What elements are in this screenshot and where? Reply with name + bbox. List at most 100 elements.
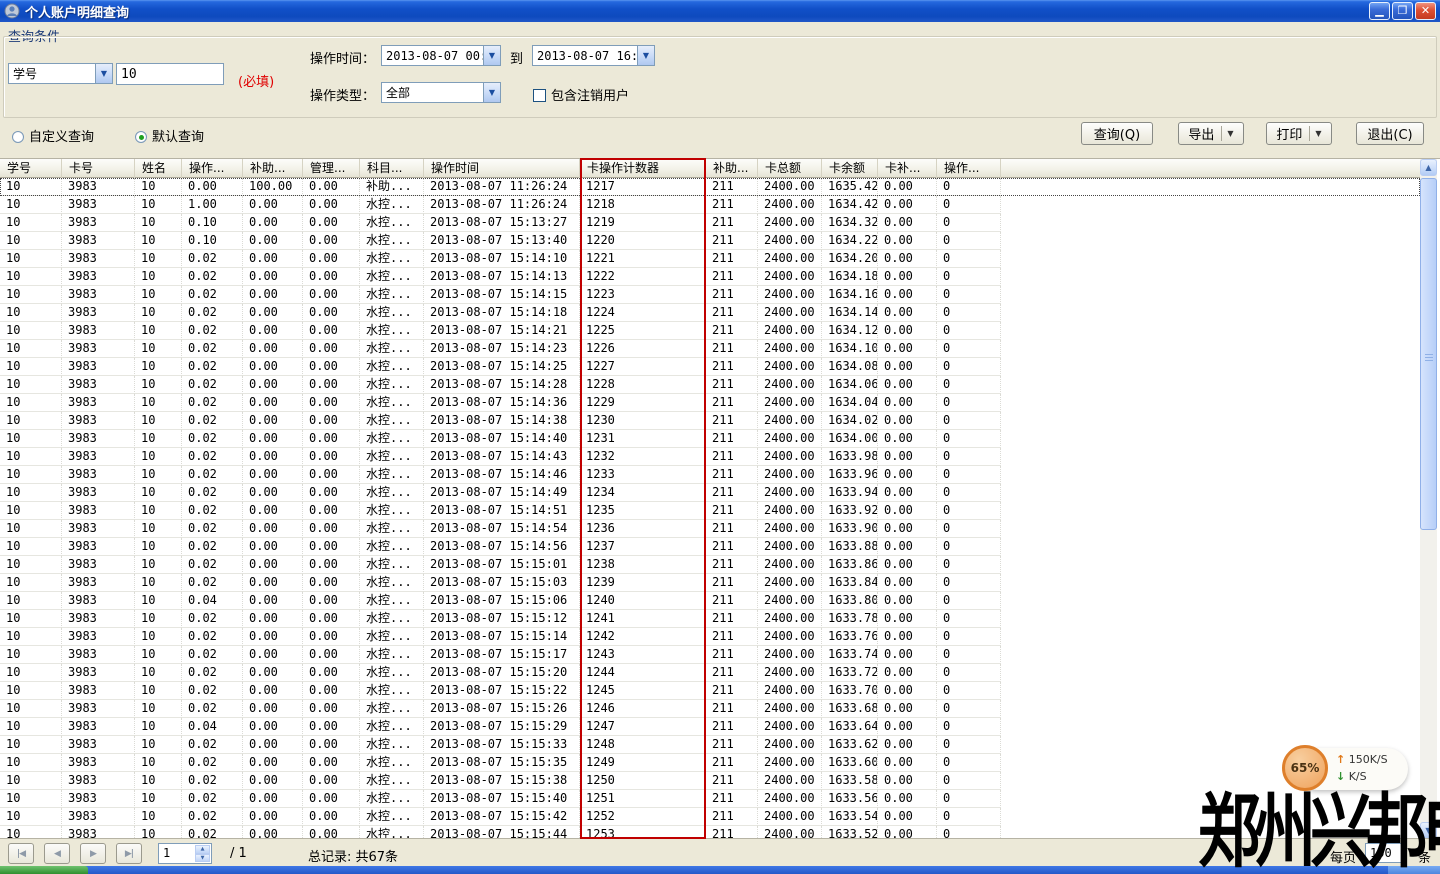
print-button[interactable]: 打印 ▼ [1266, 122, 1332, 145]
column-header[interactable]: 补助... [243, 159, 303, 178]
table-cell: 10 [135, 484, 182, 502]
column-header[interactable]: 卡号 [62, 159, 135, 178]
grid-header-row: 学号卡号姓名操作...补助...管理...科目...操作时间卡操作计数器补助..… [0, 159, 1420, 178]
vertical-scrollbar[interactable]: ▲ ▼ [1420, 159, 1437, 839]
table-row[interactable]: 103983100.020.000.00水控...2013-08-07 15:1… [0, 358, 1420, 376]
type-value: 全部 [382, 84, 483, 101]
scrollbar-thumb[interactable] [1420, 178, 1437, 530]
table-row[interactable]: 103983100.020.000.00水控...2013-08-07 15:1… [0, 502, 1420, 520]
table-row[interactable]: 103983100.020.000.00水控...2013-08-07 15:1… [0, 448, 1420, 466]
table-row[interactable]: 103983100.020.000.00水控...2013-08-07 15:1… [0, 376, 1420, 394]
column-header[interactable]: 卡操作计数器 [580, 159, 706, 178]
column-header[interactable]: 操作时间 [424, 159, 580, 178]
table-row[interactable]: 103983100.020.000.00水控...2013-08-07 15:1… [0, 736, 1420, 754]
chevron-down-icon[interactable]: ▼ [483, 46, 500, 65]
spinner-down-icon[interactable]: ▼ [195, 854, 210, 863]
table-cell: 0.00 [243, 538, 303, 556]
table-row[interactable]: 103983100.020.000.00水控...2013-08-07 15:1… [0, 412, 1420, 430]
exit-button[interactable]: 退出(C) [1356, 122, 1424, 145]
first-page-button[interactable]: |◀ [8, 843, 34, 864]
field-selector-combobox[interactable]: 学号 ▼ [8, 63, 113, 84]
time-to-combobox[interactable]: 2013-08-07 16:21 ▼ [532, 45, 655, 66]
last-page-button[interactable]: ▶| [116, 843, 142, 864]
field-value-input[interactable] [116, 63, 224, 85]
default-query-radio[interactable] [135, 131, 147, 143]
minimize-button[interactable]: ▁ [1369, 2, 1390, 20]
table-row[interactable]: 103983100.020.000.00水控...2013-08-07 15:1… [0, 628, 1420, 646]
page-count-label: / 1 [230, 846, 247, 861]
table-cell: 水控... [360, 556, 424, 574]
table-row[interactable]: 103983100.100.000.00水控...2013-08-07 15:1… [0, 214, 1420, 232]
table-cell: 10 [0, 412, 62, 430]
close-button[interactable]: ✕ [1415, 2, 1436, 20]
spinner-up-icon[interactable]: ▲ [195, 845, 210, 854]
prev-page-button[interactable]: ◀ [44, 843, 70, 864]
include-cancelled-option[interactable]: 包含注销用户 [533, 85, 629, 104]
chevron-down-icon[interactable]: ▼ [483, 83, 500, 102]
table-cell: 0.00 [878, 358, 937, 376]
table-cell: 211 [706, 484, 758, 502]
custom-query-radio[interactable] [12, 131, 24, 143]
restore-button[interactable]: ❐ [1392, 2, 1413, 20]
table-cell: 1223 [580, 286, 706, 304]
include-cancelled-checkbox[interactable] [533, 89, 546, 102]
column-header[interactable]: 学号 [0, 159, 62, 178]
table-row[interactable]: 103983100.020.000.00水控...2013-08-07 15:1… [0, 322, 1420, 340]
table-row[interactable]: 103983100.040.000.00水控...2013-08-07 15:1… [0, 718, 1420, 736]
column-header[interactable]: 卡总额 [758, 159, 822, 178]
table-row[interactable]: 103983100.020.000.00水控...2013-08-07 15:1… [0, 574, 1420, 592]
start-button-edge[interactable] [0, 866, 88, 874]
table-cell: 0.00 [303, 250, 360, 268]
custom-query-radio-option[interactable]: 自定义查询 [12, 126, 94, 145]
table-cell: 0.00 [878, 736, 937, 754]
table-row[interactable]: 103983100.020.000.00水控...2013-08-07 15:1… [0, 340, 1420, 358]
grid-body[interactable]: 103983100.00100.000.00补助...2013-08-07 11… [0, 178, 1420, 839]
column-header[interactable]: 卡补... [878, 159, 937, 178]
chevron-down-icon[interactable]: ▼ [95, 64, 112, 83]
table-row[interactable]: 103983100.020.000.00水控...2013-08-07 15:1… [0, 520, 1420, 538]
column-header[interactable]: 补助... [706, 159, 758, 178]
table-row[interactable]: 103983100.020.000.00水控...2013-08-07 15:1… [0, 430, 1420, 448]
table-row[interactable]: 103983101.000.000.00水控...2013-08-07 11:2… [0, 196, 1420, 214]
column-header[interactable]: 卡余额 [822, 159, 878, 178]
column-header[interactable]: 操作... [182, 159, 243, 178]
table-row[interactable]: 103983100.020.000.00水控...2013-08-07 15:1… [0, 664, 1420, 682]
default-query-radio-option[interactable]: 默认查询 [135, 126, 204, 145]
page-spinner[interactable]: ▲ ▼ [195, 845, 210, 862]
column-header[interactable]: 科目... [360, 159, 424, 178]
table-row[interactable]: 103983100.020.000.00水控...2013-08-07 15:1… [0, 646, 1420, 664]
next-page-button[interactable]: ▶ [80, 843, 106, 864]
table-row[interactable]: 103983100.020.000.00水控...2013-08-07 15:1… [0, 466, 1420, 484]
time-from-combobox[interactable]: 2013-08-07 00:00 ▼ [381, 45, 501, 66]
table-row[interactable]: 103983100.020.000.00水控...2013-08-07 15:1… [0, 556, 1420, 574]
scroll-up-icon[interactable]: ▲ [1420, 159, 1437, 176]
column-header[interactable]: 姓名 [135, 159, 182, 178]
table-row[interactable]: 103983100.020.000.00水控...2013-08-07 15:1… [0, 610, 1420, 628]
table-row[interactable]: 103983100.020.000.00水控...2013-08-07 15:1… [0, 700, 1420, 718]
table-cell: 0.00 [878, 232, 937, 250]
query-button[interactable]: 查询(Q) [1081, 122, 1153, 145]
table-row[interactable]: 103983100.020.000.00水控...2013-08-07 15:1… [0, 484, 1420, 502]
table-cell: 0.00 [878, 322, 937, 340]
table-row[interactable]: 103983100.020.000.00水控...2013-08-07 15:1… [0, 286, 1420, 304]
table-row[interactable]: 103983100.020.000.00水控...2013-08-07 15:1… [0, 250, 1420, 268]
table-row[interactable]: 103983100.040.000.00水控...2013-08-07 15:1… [0, 592, 1420, 610]
column-header[interactable]: 管理... [303, 159, 360, 178]
table-row[interactable]: 103983100.020.000.00水控...2013-08-07 15:1… [0, 538, 1420, 556]
chevron-down-icon[interactable]: ▼ [1227, 129, 1233, 138]
table-row[interactable]: 103983100.020.000.00水控...2013-08-07 15:1… [0, 682, 1420, 700]
export-button[interactable]: 导出 ▼ [1178, 122, 1244, 145]
chevron-down-icon[interactable]: ▼ [637, 46, 654, 65]
column-header[interactable]: 操作... [937, 159, 1001, 178]
page-number-input[interactable]: 1 ▲ ▼ [158, 843, 212, 864]
type-combobox[interactable]: 全部 ▼ [381, 82, 501, 103]
chevron-down-icon[interactable]: ▼ [1315, 129, 1321, 138]
table-row[interactable]: 103983100.00100.000.00补助...2013-08-07 11… [0, 178, 1420, 196]
table-row[interactable]: 103983100.020.000.00水控...2013-08-07 15:1… [0, 304, 1420, 322]
table-row[interactable]: 103983100.020.000.00水控...2013-08-07 15:1… [0, 394, 1420, 412]
table-cell: 0 [937, 286, 1001, 304]
table-cell: 10 [0, 610, 62, 628]
table-row[interactable]: 103983100.100.000.00水控...2013-08-07 15:1… [0, 232, 1420, 250]
table-cell: 1231 [580, 430, 706, 448]
table-row[interactable]: 103983100.020.000.00水控...2013-08-07 15:1… [0, 268, 1420, 286]
